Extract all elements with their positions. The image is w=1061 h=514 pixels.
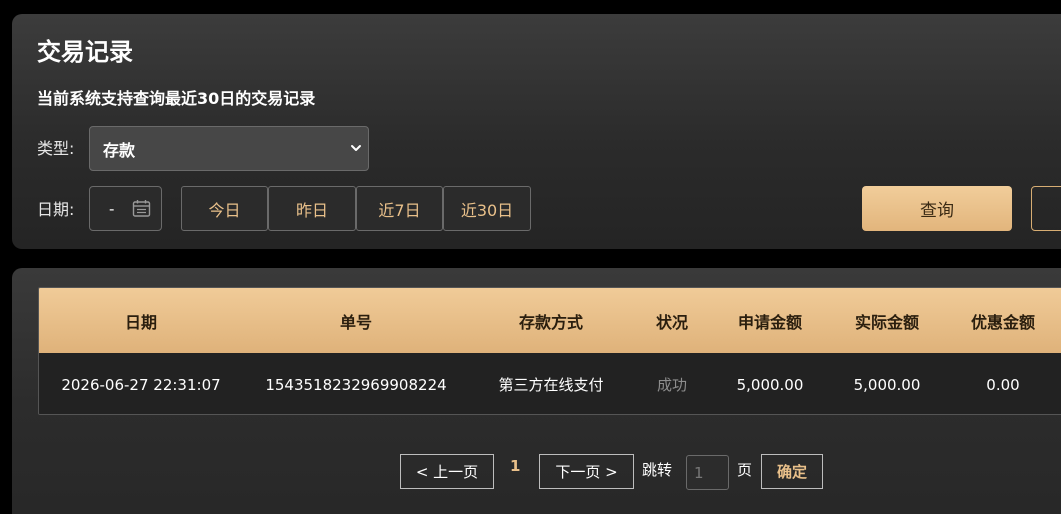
cell-status: 成功 [656, 376, 687, 394]
column-header-method: 存款方式 [518, 312, 583, 332]
type-select-value: 存款 [103, 140, 136, 160]
next-page-button[interactable]: 下一页 > [539, 454, 634, 489]
cell-order-no: 1543518232969908224 [265, 375, 447, 394]
page-unit-label: 页 [737, 461, 753, 479]
cell-method: 第三方在线支付 [498, 376, 604, 394]
chevron-down-icon [351, 145, 361, 151]
date-range-input[interactable]: - [89, 186, 162, 231]
cell-date: 2026-06-27 22:31:07 [61, 375, 221, 394]
transaction-records-page: 交易记录 当前系统支持查询最近30日的交易记录 类型: 存款 日期: - 今日 … [0, 0, 1061, 514]
results-panel: 日期 单号 存款方式 状况 申请金额 实际金额 优惠金额 2026-06-27 … [12, 268, 1061, 514]
current-page-number[interactable]: 1 [510, 456, 520, 476]
confirm-jump-button[interactable]: 确定 [761, 454, 823, 489]
page-title: 交易记录 [37, 38, 133, 66]
quick-range-yesterday-button[interactable]: 昨日 [268, 186, 356, 231]
column-header-order-no: 单号 [339, 312, 372, 332]
quick-range-today-button[interactable]: 今日 [181, 186, 268, 231]
date-label: 日期: [37, 200, 75, 219]
jump-label: 跳转 [642, 461, 673, 479]
quick-range-7days-button[interactable]: 近7日 [356, 186, 443, 231]
table-row: 2026-06-27 22:31:07 1543518232969908224 … [39, 353, 1061, 414]
cell-bonus-amount: 0.00 [986, 375, 1020, 394]
records-table: 日期 单号 存款方式 状况 申请金额 实际金额 优惠金额 2026-06-27 … [38, 287, 1061, 415]
column-header-actual-amount: 实际金额 [854, 312, 919, 332]
filter-panel: 交易记录 当前系统支持查询最近30日的交易记录 类型: 存款 日期: - 今日 … [12, 14, 1061, 249]
query-button[interactable]: 查询 [862, 186, 1012, 231]
page-subtitle: 当前系统支持查询最近30日的交易记录 [37, 89, 316, 108]
cell-actual-amount: 5,000.00 [853, 375, 921, 394]
prev-page-button[interactable]: < 上一页 [400, 454, 494, 489]
column-header-requested-amount: 申请金额 [737, 312, 802, 332]
table-header: 日期 单号 存款方式 状况 申请金额 实际金额 优惠金额 [39, 288, 1061, 353]
secondary-action-button[interactable] [1031, 186, 1061, 231]
quick-range-30days-button[interactable]: 近30日 [443, 186, 531, 231]
column-header-status: 状况 [655, 312, 688, 332]
column-header-date: 日期 [124, 312, 157, 332]
type-label: 类型: [37, 139, 75, 158]
column-header-bonus-amount: 优惠金额 [970, 312, 1035, 332]
page-jump-input[interactable] [686, 455, 729, 490]
calendar-icon[interactable] [132, 199, 151, 218]
cell-requested-amount: 5,000.00 [736, 375, 804, 394]
type-select[interactable]: 存款 [89, 126, 369, 171]
date-range-value: - [109, 200, 115, 218]
